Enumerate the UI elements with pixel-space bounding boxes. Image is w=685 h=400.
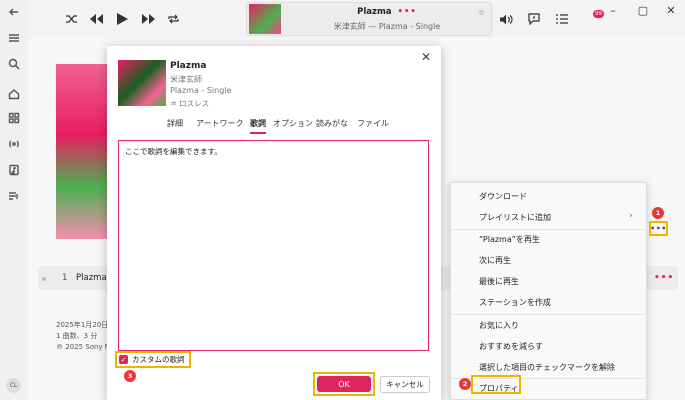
menu-item-download[interactable]: ダウンロード [479, 191, 527, 202]
now-playing-panel[interactable]: Plazma ••• 米津玄師 — Plazma - Single ☆ [246, 2, 492, 36]
shuffle-icon[interactable] [64, 11, 78, 27]
menu-divider [451, 314, 648, 315]
lyrics-icon[interactable] [526, 11, 542, 27]
star-icon[interactable]: ☆ [478, 8, 485, 17]
menu-icon[interactable] [6, 30, 22, 46]
volume-icon[interactable] [498, 11, 514, 27]
cancel-button[interactable]: キャンセル [380, 376, 430, 393]
custom-lyrics-label: カスタムの歌詞 [132, 355, 185, 364]
close-window-icon[interactable]: ✕ [664, 4, 678, 17]
more-options-button[interactable]: ••• [649, 221, 668, 236]
chevron-right-icon: › [629, 211, 633, 221]
queue-badge: 99 [593, 10, 604, 18]
tab-file[interactable]: ファイル [357, 118, 389, 129]
song-artist: 米津玄師 [170, 75, 202, 84]
step-marker-3: 3 [124, 370, 136, 382]
release-date: 2025年1月20日 [56, 321, 109, 329]
step-marker-2: 2 [459, 378, 471, 390]
browse-icon[interactable] [6, 110, 22, 126]
context-menu: ダウンロード プレイリストに追加 › “Plazma”を再生 次に再生 最後に再… [450, 182, 648, 400]
menu-item-play-song[interactable]: “Plazma”を再生 [479, 234, 540, 245]
nav-rail: CL [0, 0, 28, 400]
menu-item-play-next[interactable]: 次に再生 [479, 255, 511, 266]
track-indicator [42, 277, 46, 281]
track-title[interactable]: Plazma [76, 273, 107, 283]
ok-button[interactable]: OK [317, 376, 371, 392]
playlist-icon[interactable] [6, 188, 22, 204]
song-album: Plazma - Single [170, 86, 232, 95]
repeat-icon[interactable] [166, 11, 180, 27]
tab-lyrics[interactable]: 歌詞 [250, 118, 266, 134]
copyright: ℗ 2025 Sony M [56, 343, 111, 351]
search-icon[interactable] [6, 56, 22, 72]
next-icon[interactable] [140, 11, 156, 27]
tab-artwork[interactable]: アートワーク [196, 118, 244, 129]
tab-details[interactable]: 詳細 [167, 118, 183, 129]
back-icon[interactable] [6, 4, 22, 20]
menu-divider [451, 229, 648, 230]
menu-item-uncheck-selection[interactable]: 選択した項目のチェックマークを解除 [479, 362, 615, 373]
track-number: 1 [62, 273, 68, 283]
song-info-dialog: ✕ Plazma 米津玄師 Plazma - Single ♒ ロスレス 詳細 … [107, 46, 441, 400]
step-marker-1: 1 [652, 207, 664, 219]
album-meta: 2025年1月20日 1 曲数、3 分 ℗ 2025 Sony M [56, 320, 111, 353]
menu-item-play-last[interactable]: 最後に再生 [479, 276, 519, 287]
lossless-label: ♒ ロスレス [170, 99, 210, 108]
queue-icon[interactable] [554, 11, 570, 27]
play-icon[interactable] [114, 11, 130, 27]
tab-sorting[interactable]: 読みがな [316, 118, 348, 129]
maximize-icon[interactable]: ▢ [636, 4, 650, 17]
now-playing-subtitle: 米津玄師 — Plazma - Single [333, 22, 441, 31]
menu-item-add-to-playlist[interactable]: プレイリストに追加 [479, 212, 551, 223]
now-playing-artwork [249, 4, 281, 34]
custom-lyrics-checkbox[interactable]: ✓ カスタムの歌詞 [115, 351, 191, 368]
radio-icon[interactable] [6, 136, 22, 152]
home-icon[interactable] [6, 86, 22, 102]
minimize-icon[interactable]: – [606, 4, 620, 17]
track-more-button[interactable]: ••• [654, 273, 674, 283]
ok-highlight: OK [313, 372, 375, 396]
menu-item-favorite[interactable]: お気に入り [479, 320, 519, 331]
song-title: Plazma [170, 61, 207, 71]
song-artwork [118, 60, 166, 106]
lossless-icon: ♒ [170, 99, 177, 108]
top-bar: Plazma ••• 米津玄師 — Plazma - Single ☆ 99 – … [28, 0, 685, 38]
now-playing-more-button[interactable]: ••• [398, 7, 417, 17]
previous-icon[interactable] [88, 11, 104, 27]
menu-item-create-station[interactable]: ステーションを作成 [479, 297, 551, 308]
avatar[interactable]: CL [6, 378, 21, 393]
library-icon[interactable] [6, 162, 22, 178]
checkmark-icon: ✓ [119, 355, 128, 364]
album-artwork [56, 64, 110, 239]
menu-item-suggest-less[interactable]: おすすめを減らす [479, 341, 543, 352]
track-count: 1 曲数、3 分 [56, 332, 98, 340]
close-icon[interactable]: ✕ [421, 50, 431, 64]
tab-options[interactable]: オプション [273, 118, 313, 129]
now-playing-title: Plazma [357, 7, 392, 17]
menu-item-properties[interactable]: プロパティ [479, 383, 519, 394]
lyrics-editor[interactable]: ここで歌詞を編集できます。 [118, 140, 429, 351]
